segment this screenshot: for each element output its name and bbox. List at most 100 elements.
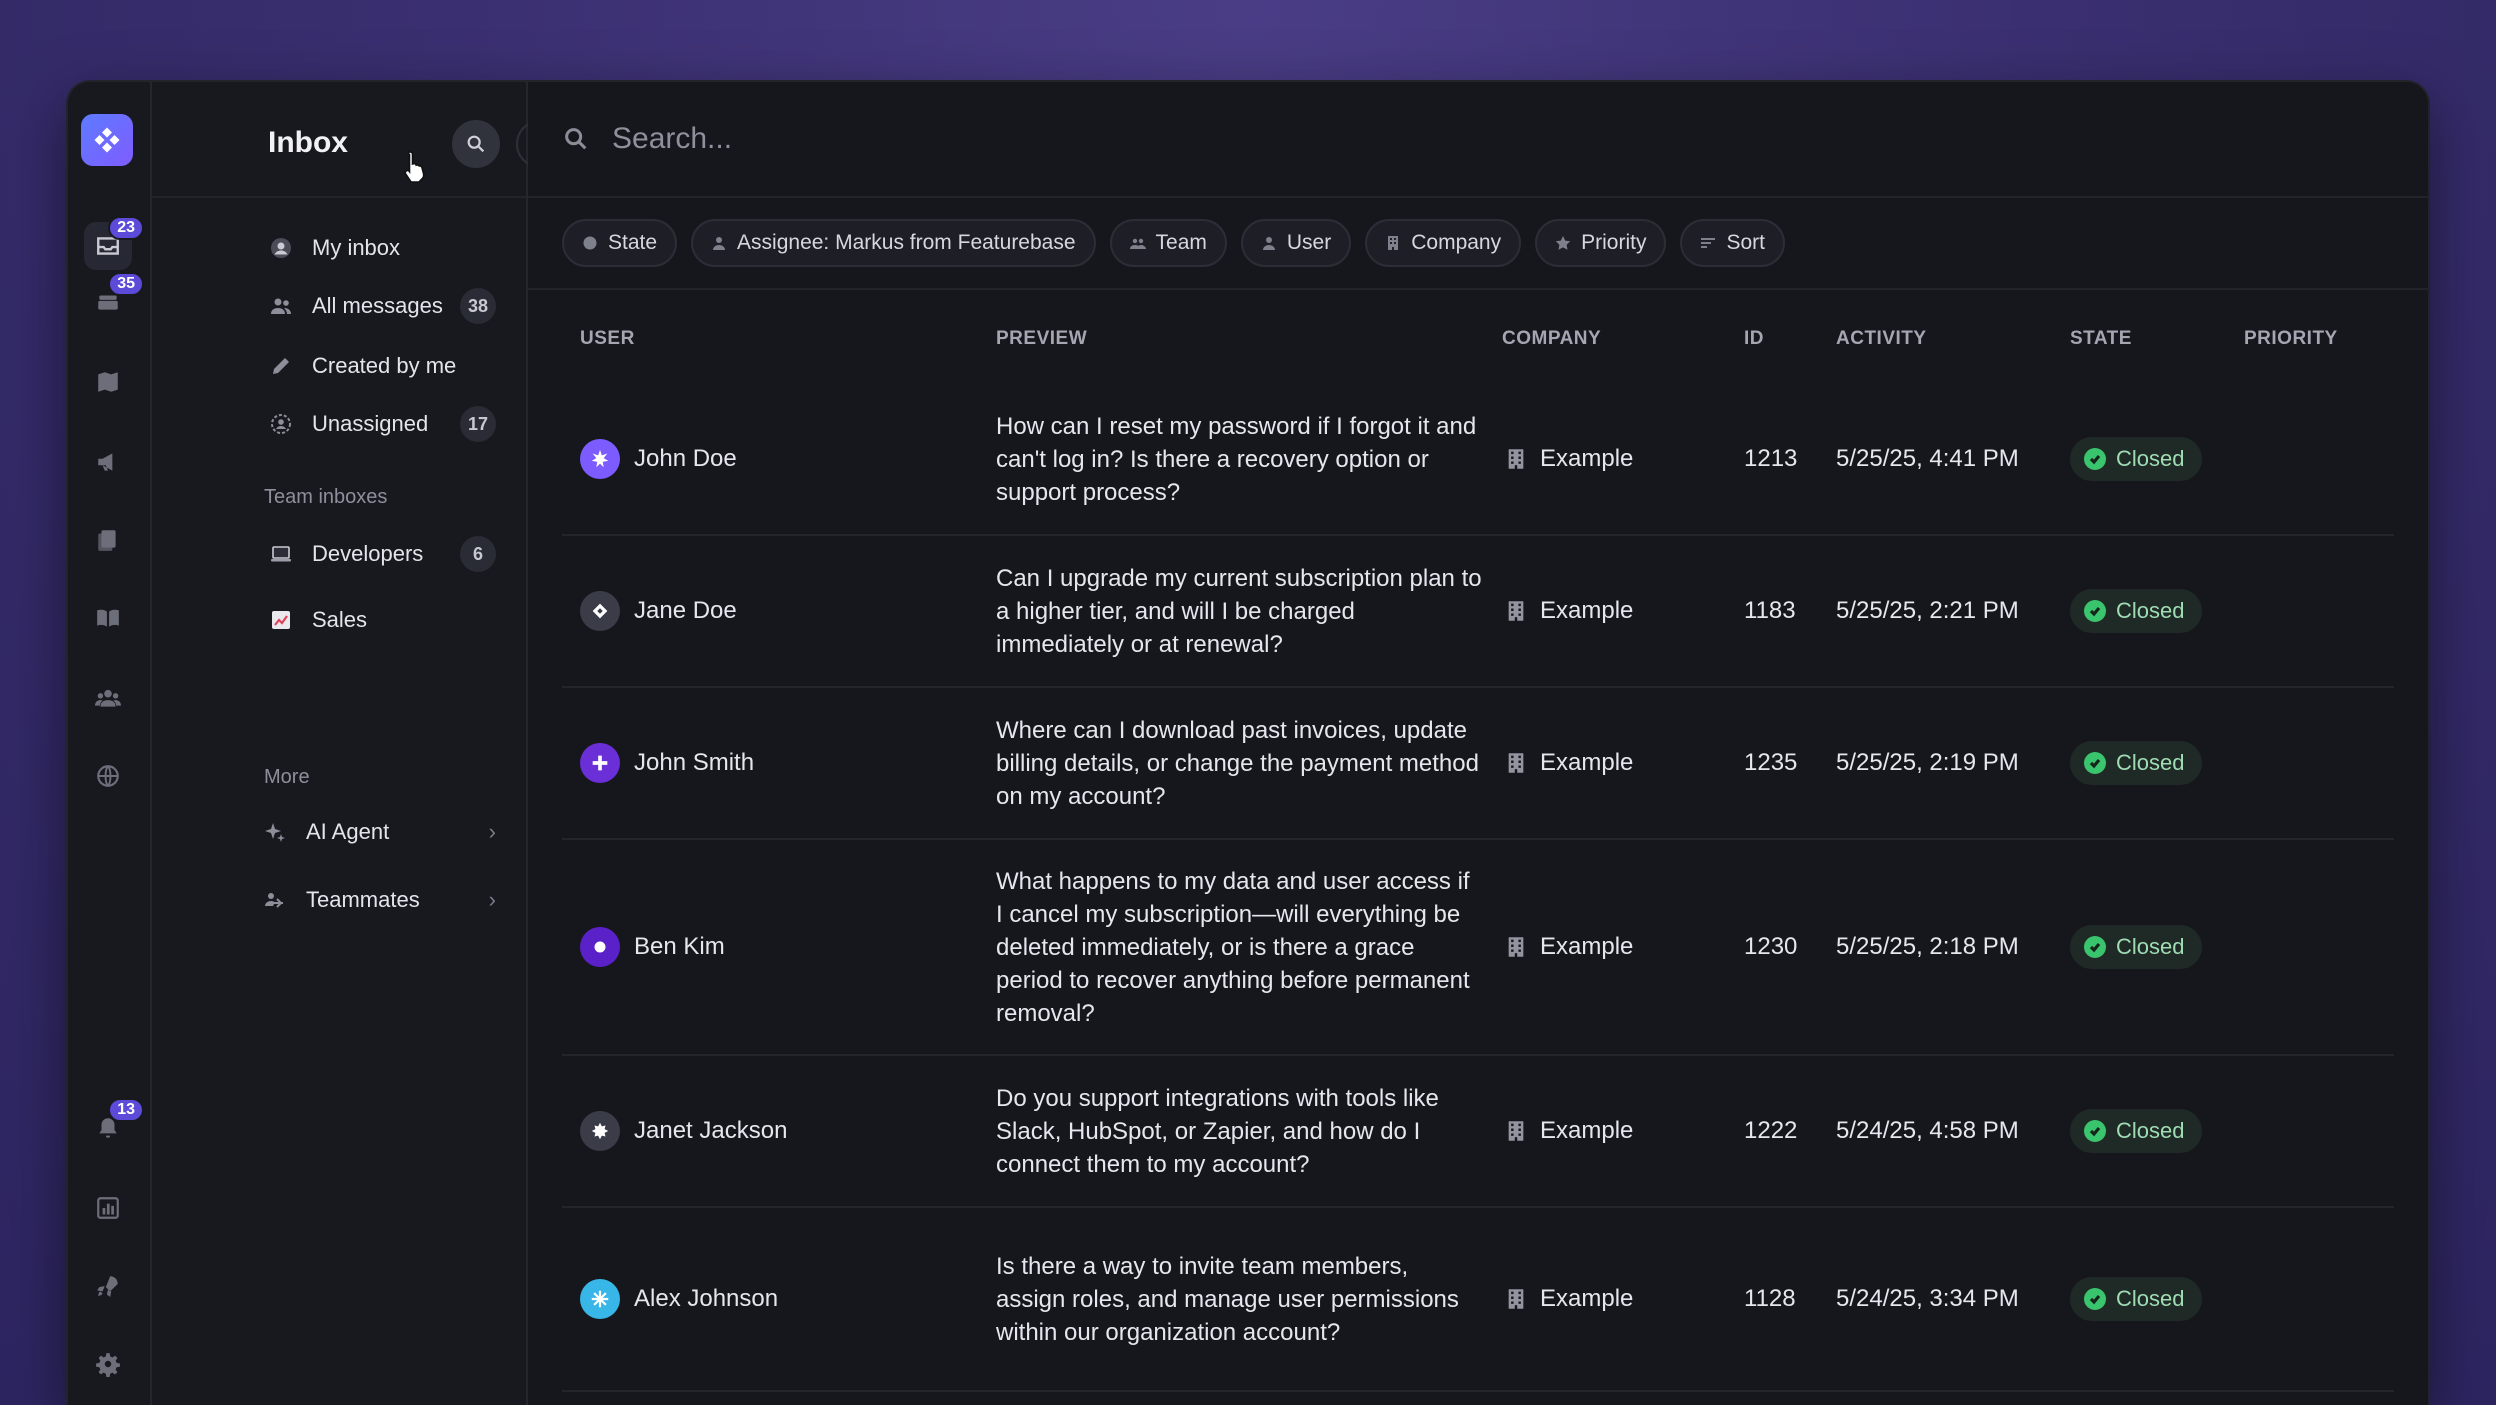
rail-launch[interactable] bbox=[84, 1262, 132, 1310]
status-badge[interactable]: Closed bbox=[2070, 741, 2203, 785]
building-icon bbox=[1508, 937, 1524, 957]
cell-state: Closed bbox=[2070, 741, 2244, 785]
status-badge[interactable]: Closed bbox=[2070, 1277, 2203, 1321]
table-row[interactable]: Jane Doe Can I upgrade my current subscr… bbox=[562, 536, 2394, 688]
cell-preview: How can I reset my password if I forgot … bbox=[996, 412, 1477, 506]
filter-sort[interactable]: Sort bbox=[1680, 219, 1785, 267]
cell-activity: 5/25/25, 2:18 PM bbox=[1836, 933, 2019, 960]
rail-users[interactable] bbox=[84, 674, 132, 722]
cell-state: Closed bbox=[2070, 1109, 2244, 1153]
nav-count: 6 bbox=[460, 536, 496, 572]
nav-sales[interactable]: Sales bbox=[268, 596, 496, 644]
cell-preview: Can I upgrade my current subscription pl… bbox=[996, 564, 1482, 658]
chip-label: User bbox=[1286, 231, 1332, 254]
table-row[interactable]: John Smith Where can I download past inv… bbox=[562, 688, 2394, 840]
user-avatar bbox=[580, 439, 620, 479]
nav-my-inbox[interactable]: My inbox bbox=[268, 224, 496, 272]
people-icon bbox=[268, 293, 294, 319]
user-name[interactable]: John Doe bbox=[634, 445, 737, 473]
inbox-panel: Inbox My inbox All messages 38 Created b… bbox=[152, 82, 564, 1405]
avatar-icon bbox=[594, 941, 606, 953]
rocket-icon bbox=[97, 1276, 118, 1297]
table-row[interactable]: Ben Kim What happens to my data and user… bbox=[562, 840, 2394, 1056]
filter-user[interactable]: User bbox=[1240, 219, 1352, 267]
nav-created-by-me[interactable]: Created by me bbox=[268, 342, 496, 390]
avatar-icon bbox=[591, 1290, 609, 1308]
conversations-table: USER PREVIEW COMPANY ID ACTIVITY STATE P… bbox=[562, 294, 2394, 1392]
user-avatar-icon bbox=[268, 235, 294, 261]
filter-team[interactable]: Team bbox=[1109, 219, 1227, 267]
rail-analytics[interactable] bbox=[84, 1184, 132, 1232]
rail-web[interactable] bbox=[84, 752, 132, 800]
nav-all-messages[interactable]: All messages 38 bbox=[268, 282, 496, 330]
cell-state: Closed bbox=[2070, 589, 2244, 633]
cell-id: 1230 bbox=[1744, 933, 1798, 960]
user-name[interactable]: Alex Johnson bbox=[634, 1285, 778, 1313]
check-circle-icon bbox=[2084, 1288, 2106, 1310]
user-name[interactable]: Jane Doe bbox=[634, 597, 737, 625]
search-icon bbox=[467, 135, 485, 153]
filter-state[interactable]: State bbox=[562, 219, 678, 267]
nav-ai-agent[interactable]: AI Agent › bbox=[262, 808, 496, 856]
rail-help-center[interactable] bbox=[84, 594, 132, 642]
icon-rail: 23 35 13 bbox=[68, 82, 152, 1405]
mouse-cursor-icon bbox=[404, 151, 425, 183]
team-inboxes-label: Team inboxes bbox=[264, 486, 388, 508]
header-user[interactable]: USER bbox=[562, 328, 996, 350]
nav-label: Sales bbox=[312, 607, 368, 632]
cell-id: 1222 bbox=[1744, 1117, 1798, 1144]
status-label: Closed bbox=[2116, 934, 2185, 959]
header-priority[interactable]: PRIORITY bbox=[2244, 328, 2364, 350]
chevron-right-icon: › bbox=[488, 819, 496, 844]
filter-assignee[interactable]: Assignee: Markus from Featurebase bbox=[691, 219, 1096, 267]
cell-activity: 5/24/25, 3:34 PM bbox=[1836, 1285, 2019, 1312]
header-activity[interactable]: ACTIVITY bbox=[1836, 328, 2070, 350]
nav-label: Developers bbox=[312, 541, 424, 566]
cell-activity: 5/25/25, 2:19 PM bbox=[1836, 749, 2019, 776]
cell-company: Example bbox=[1502, 445, 1744, 473]
sparkle-icon bbox=[262, 819, 288, 845]
user-name[interactable]: Ben Kim bbox=[634, 933, 725, 961]
filter-priority[interactable]: Priority bbox=[1535, 219, 1667, 267]
chart-icon bbox=[97, 1197, 119, 1219]
status-badge[interactable]: Closed bbox=[2070, 1109, 2203, 1153]
table-row[interactable]: Janet Jackson Do you support integration… bbox=[562, 1056, 2394, 1208]
search-button[interactable] bbox=[452, 120, 500, 168]
rail-settings[interactable] bbox=[84, 1340, 132, 1388]
rail-roadmap[interactable] bbox=[84, 358, 132, 406]
rail-announcements[interactable] bbox=[84, 438, 132, 486]
building-icon bbox=[1508, 1121, 1524, 1141]
avatar-icon bbox=[592, 603, 608, 619]
search-input[interactable] bbox=[612, 122, 1812, 156]
gear-icon bbox=[96, 1353, 120, 1377]
table-row[interactable]: Alex Johnson Is there a way to invite te… bbox=[562, 1208, 2394, 1392]
chip-label: Team bbox=[1155, 231, 1207, 254]
status-badge[interactable]: Closed bbox=[2070, 437, 2203, 481]
user-name[interactable]: Janet Jackson bbox=[634, 1117, 787, 1145]
panel-title: Inbox bbox=[268, 126, 348, 159]
cell-company: Example bbox=[1502, 749, 1744, 777]
rail-notifications[interactable]: 13 bbox=[84, 1098, 144, 1152]
header-preview[interactable]: PREVIEW bbox=[996, 328, 1502, 350]
cell-company: Example bbox=[1502, 1117, 1744, 1145]
header-company[interactable]: COMPANY bbox=[1502, 328, 1744, 350]
status-badge[interactable]: Closed bbox=[2070, 589, 2203, 633]
nav-teammates[interactable]: Teammates › bbox=[262, 876, 496, 924]
filter-company[interactable]: Company bbox=[1365, 219, 1522, 267]
cell-activity: 5/25/25, 4:41 PM bbox=[1836, 445, 2019, 472]
rail-inbox[interactable]: 23 bbox=[84, 216, 144, 270]
map-icon bbox=[98, 372, 118, 392]
nav-developers[interactable]: Developers 6 bbox=[268, 530, 496, 578]
chip-label: Sort bbox=[1726, 231, 1765, 254]
nav-unassigned[interactable]: Unassigned 17 bbox=[268, 400, 496, 448]
app-logo[interactable] bbox=[81, 114, 133, 166]
laptop-icon bbox=[268, 541, 294, 567]
nav-count: 17 bbox=[460, 406, 496, 442]
user-name[interactable]: John Smith bbox=[634, 749, 754, 777]
table-row[interactable]: John Doe How can I reset my password if … bbox=[562, 384, 2394, 536]
header-state[interactable]: STATE bbox=[2070, 328, 2244, 350]
rail-tickets[interactable]: 35 bbox=[84, 272, 144, 326]
header-id[interactable]: ID bbox=[1744, 328, 1836, 350]
rail-changelog[interactable] bbox=[84, 516, 132, 564]
status-badge[interactable]: Closed bbox=[2070, 925, 2203, 969]
